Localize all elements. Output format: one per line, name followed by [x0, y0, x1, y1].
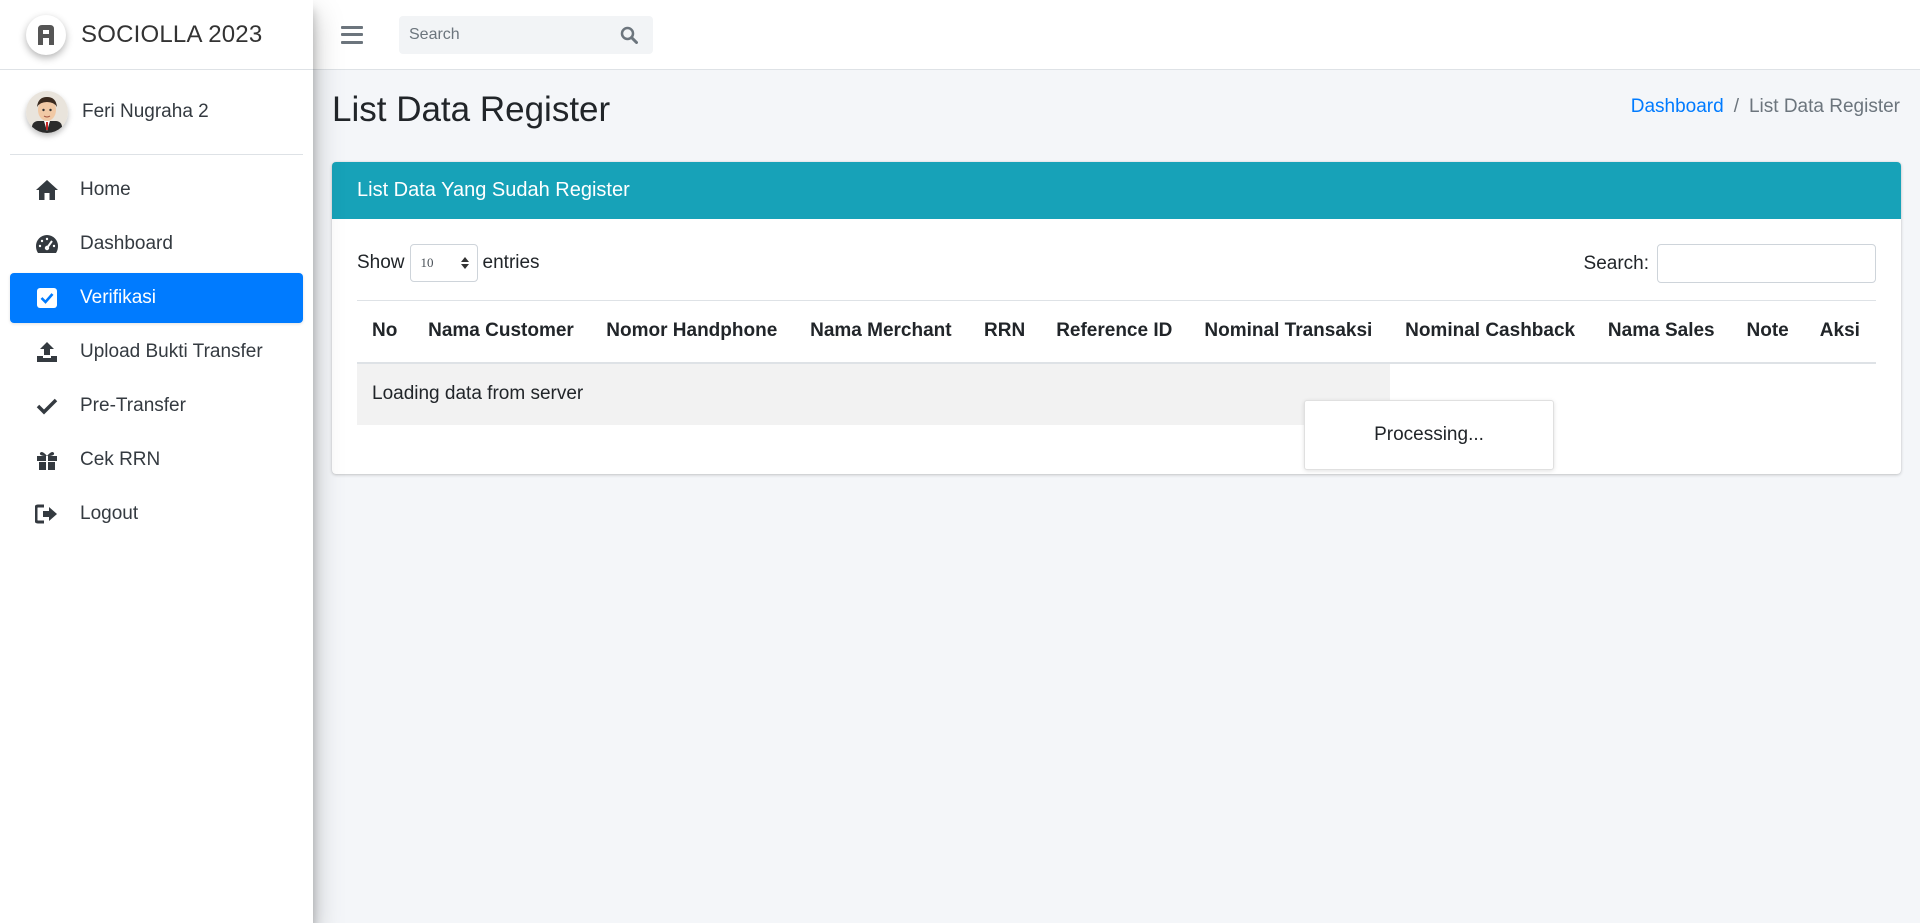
check-square-icon [34, 286, 60, 310]
sort-updown-icon [460, 257, 469, 269]
register-list-card: List Data Yang Sudah Register Show 10 en… [332, 162, 1901, 474]
sign-out-icon [34, 502, 60, 526]
column-header[interactable]: Nama Sales [1592, 300, 1732, 364]
sidebar-item-label: Cek RRN [80, 449, 161, 470]
user-panel[interactable]: Feri Nugraha 2 [10, 70, 303, 155]
sidebar-item-dashboard[interactable]: Dashboard [10, 219, 303, 269]
navbar-search-button[interactable] [609, 16, 649, 54]
search-icon [620, 26, 638, 44]
user-name: Feri Nugraha 2 [82, 101, 209, 122]
column-header[interactable]: Nominal Cashback [1390, 300, 1593, 364]
column-header[interactable]: Nama Customer [413, 300, 592, 364]
breadcrumb-separator: / [1733, 96, 1739, 117]
sidebar-item-label: Pre-Transfer [80, 395, 186, 416]
sidebar-item-pre-transfer[interactable]: Pre-Transfer [10, 381, 303, 431]
navbar-search [399, 15, 653, 54]
table-filter: Search: [1584, 244, 1876, 283]
upload-icon [34, 340, 60, 364]
gift-icon [34, 448, 60, 472]
column-header[interactable]: No [357, 300, 414, 364]
user-avatar [26, 91, 68, 133]
page-title: List Data Register [332, 90, 611, 129]
column-header[interactable]: Nominal Transaksi [1189, 300, 1391, 364]
register-table-wrapper: No Nama Customer Nomor Handphone Nama Me… [357, 300, 1876, 425]
sidebar: SOCIOLLA 2023 Feri Nugraha 2 Home Dashbo… [0, 0, 313, 923]
sidebar-item-verifikasi[interactable]: Verifikasi [10, 273, 303, 323]
loading-message: Loading data from server [357, 362, 1391, 425]
sidebar-item-label: Home [80, 179, 131, 200]
brand-link[interactable]: SOCIOLLA 2023 [0, 0, 313, 70]
processing-indicator: Processing... [1304, 400, 1554, 470]
register-table: No Nama Customer Nomor Handphone Nama Me… [357, 300, 1876, 425]
sidebar-item-cek-rrn[interactable]: Cek RRN [10, 435, 303, 485]
menu-toggle-icon[interactable] [341, 25, 363, 44]
sidebar-item-logout[interactable]: Logout [10, 489, 303, 539]
check-icon [34, 394, 60, 418]
table-filter-label: Search: [1583, 252, 1649, 274]
entries-show-label: Show [357, 252, 405, 273]
sidebar-item-upload-bukti-transfer[interactable]: Upload Bukti Transfer [10, 327, 303, 377]
breadcrumb-current: List Data Register [1748, 96, 1900, 117]
entries-length-select[interactable]: 10 [409, 244, 478, 282]
column-header[interactable]: Aksi [1804, 300, 1876, 364]
table-row: Loading data from server [357, 362, 1876, 425]
sidebar-nav: Home Dashboard Verifikasi Upload Bukti T… [0, 155, 313, 539]
sidebar-item-label: Upload Bukti Transfer [80, 341, 263, 362]
column-header[interactable]: Nomor Handphone [591, 300, 796, 364]
sidebar-item-label: Logout [80, 503, 139, 524]
brand-logo-icon [26, 14, 66, 55]
brand-name: SOCIOLLA 2023 [81, 20, 263, 48]
card-title: List Data Yang Sudah Register [332, 162, 1901, 219]
breadcrumb: Dashboard / List Data Register [1631, 96, 1900, 118]
column-header[interactable]: RRN [969, 300, 1042, 364]
table-filter-input[interactable] [1657, 244, 1876, 283]
column-header[interactable]: Reference ID [1041, 300, 1190, 364]
top-navbar [313, 0, 1920, 70]
gauge-icon [34, 232, 60, 256]
entries-length-control: Show 10 entries [357, 244, 540, 282]
navbar-search-input[interactable] [399, 25, 609, 44]
content-wrapper: List Data Register Dashboard / List Data… [313, 70, 1920, 923]
breadcrumb-dashboard-link[interactable]: Dashboard [1631, 96, 1724, 118]
home-icon [34, 178, 60, 202]
column-header[interactable]: Nama Merchant [795, 300, 970, 364]
sidebar-item-label: Dashboard [80, 233, 173, 254]
sidebar-item-home[interactable]: Home [10, 165, 303, 215]
entries-suffix-label: entries [482, 252, 540, 273]
column-header[interactable]: Note [1731, 300, 1805, 364]
table-header-row: No Nama Customer Nomor Handphone Nama Me… [357, 300, 1876, 364]
entries-length-value: 10 [420, 255, 434, 270]
sidebar-item-label: Verifikasi [80, 287, 157, 308]
